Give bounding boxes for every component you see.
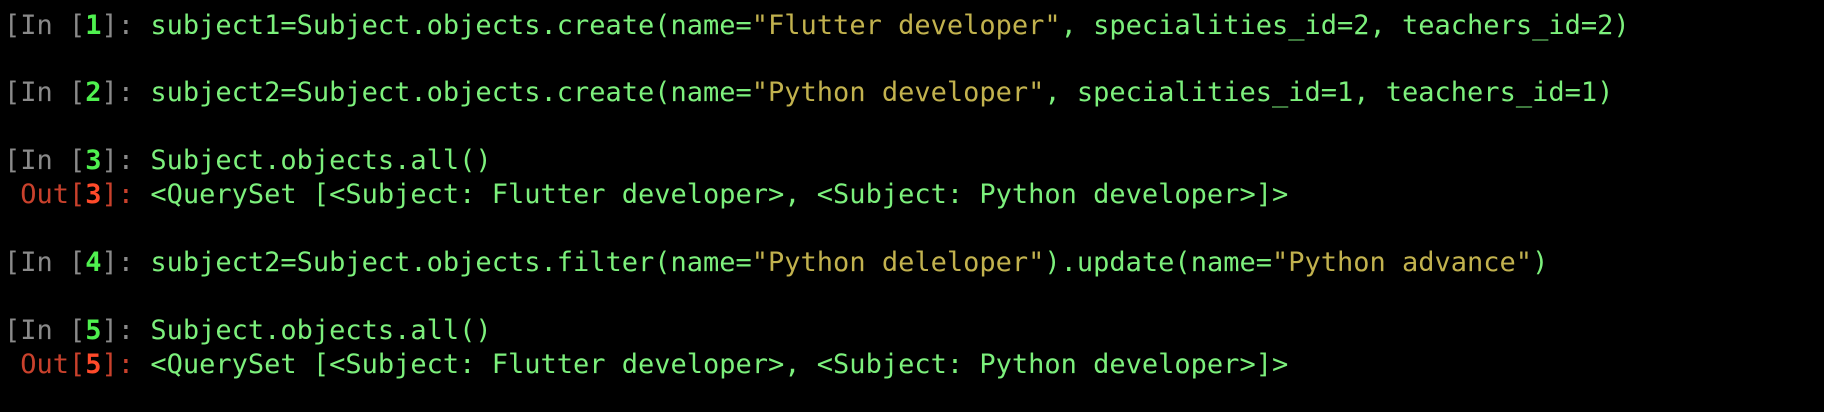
string-literal: "Python deleloper" bbox=[751, 247, 1045, 278]
code-token: , specialities_id= bbox=[1060, 10, 1354, 41]
input-prompt-open: [In [ bbox=[4, 77, 86, 108]
output-prompt-number: 3 bbox=[85, 179, 102, 210]
input-cell-3[interactable]: [In [3]: Subject.objects.all() bbox=[4, 144, 492, 178]
input-prompt-number: 5 bbox=[85, 315, 102, 346]
output-cell-5: Out[5]: <QuerySet [<Subject: Flutter dev… bbox=[4, 348, 1288, 382]
ipython-terminal[interactable]: [In [1]: subject1=Subject.objects.create… bbox=[0, 0, 1824, 412]
code-token: ) bbox=[1597, 77, 1614, 108]
code-token: , teachers_id= bbox=[1369, 10, 1598, 41]
input-cell-2[interactable]: [In [2]: subject2=Subject.objects.create… bbox=[4, 76, 1613, 110]
output-prompt-number: 5 bbox=[85, 349, 102, 380]
code-token: , specialities_id= bbox=[1044, 77, 1337, 108]
input-cell-4[interactable]: [In [4]: subject2=Subject.objects.filter… bbox=[4, 246, 1548, 280]
input-prompt-close: ]: bbox=[101, 247, 151, 278]
number-literal: 2 bbox=[1353, 10, 1370, 41]
output-prompt-open: Out[ bbox=[4, 179, 86, 210]
number-literal: 1 bbox=[1337, 77, 1354, 108]
number-literal: 1 bbox=[1580, 77, 1598, 108]
output-text: <QuerySet [<Subject: Flutter developer>,… bbox=[150, 179, 1289, 210]
input-prompt-open: [In [ bbox=[4, 10, 86, 41]
output-prompt-open: Out[ bbox=[4, 349, 86, 380]
input-prompt-number: 1 bbox=[85, 10, 102, 41]
output-prompt-close: ]: bbox=[101, 349, 151, 380]
output-text: <QuerySet [<Subject: Flutter developer>,… bbox=[150, 349, 1289, 380]
input-prompt-number: 4 bbox=[85, 247, 102, 278]
output-cell-3: Out[3]: <QuerySet [<Subject: Flutter dev… bbox=[4, 178, 1288, 212]
string-literal: "Python developer" bbox=[751, 77, 1045, 108]
input-prompt-number: 2 bbox=[85, 77, 102, 108]
code-token: ).update(name= bbox=[1044, 247, 1272, 278]
code-token: subject2=Subject.objects.create(name= bbox=[150, 77, 752, 108]
code-token: ) bbox=[1532, 247, 1549, 278]
input-prompt-open: [In [ bbox=[4, 145, 86, 176]
code-token: ) bbox=[1613, 10, 1630, 41]
input-prompt-close: ]: bbox=[101, 10, 151, 41]
input-prompt-close: ]: bbox=[101, 77, 151, 108]
input-prompt-open: [In [ bbox=[4, 247, 86, 278]
number-literal: 2 bbox=[1597, 10, 1614, 41]
input-prompt-close: ]: bbox=[101, 145, 151, 176]
code-token: subject2=Subject.objects.filter(name= bbox=[150, 247, 752, 278]
input-cell-5[interactable]: [In [5]: Subject.objects.all() bbox=[4, 314, 492, 348]
input-cell-1[interactable]: [In [1]: subject1=Subject.objects.create… bbox=[4, 9, 1630, 43]
input-prompt-open: [In [ bbox=[4, 315, 86, 346]
code-token: subject1=Subject.objects.create(name= bbox=[150, 10, 752, 41]
code-token: Subject.objects.all() bbox=[150, 145, 492, 176]
input-prompt-close: ]: bbox=[101, 315, 151, 346]
string-literal: "Python advance" bbox=[1271, 247, 1533, 278]
code-token: Subject.objects.all() bbox=[150, 315, 492, 346]
string-literal: "Flutter developer" bbox=[751, 10, 1061, 41]
output-prompt-close: ]: bbox=[101, 179, 151, 210]
input-prompt-number: 3 bbox=[85, 145, 102, 176]
code-token: , teachers_id= bbox=[1353, 77, 1581, 108]
